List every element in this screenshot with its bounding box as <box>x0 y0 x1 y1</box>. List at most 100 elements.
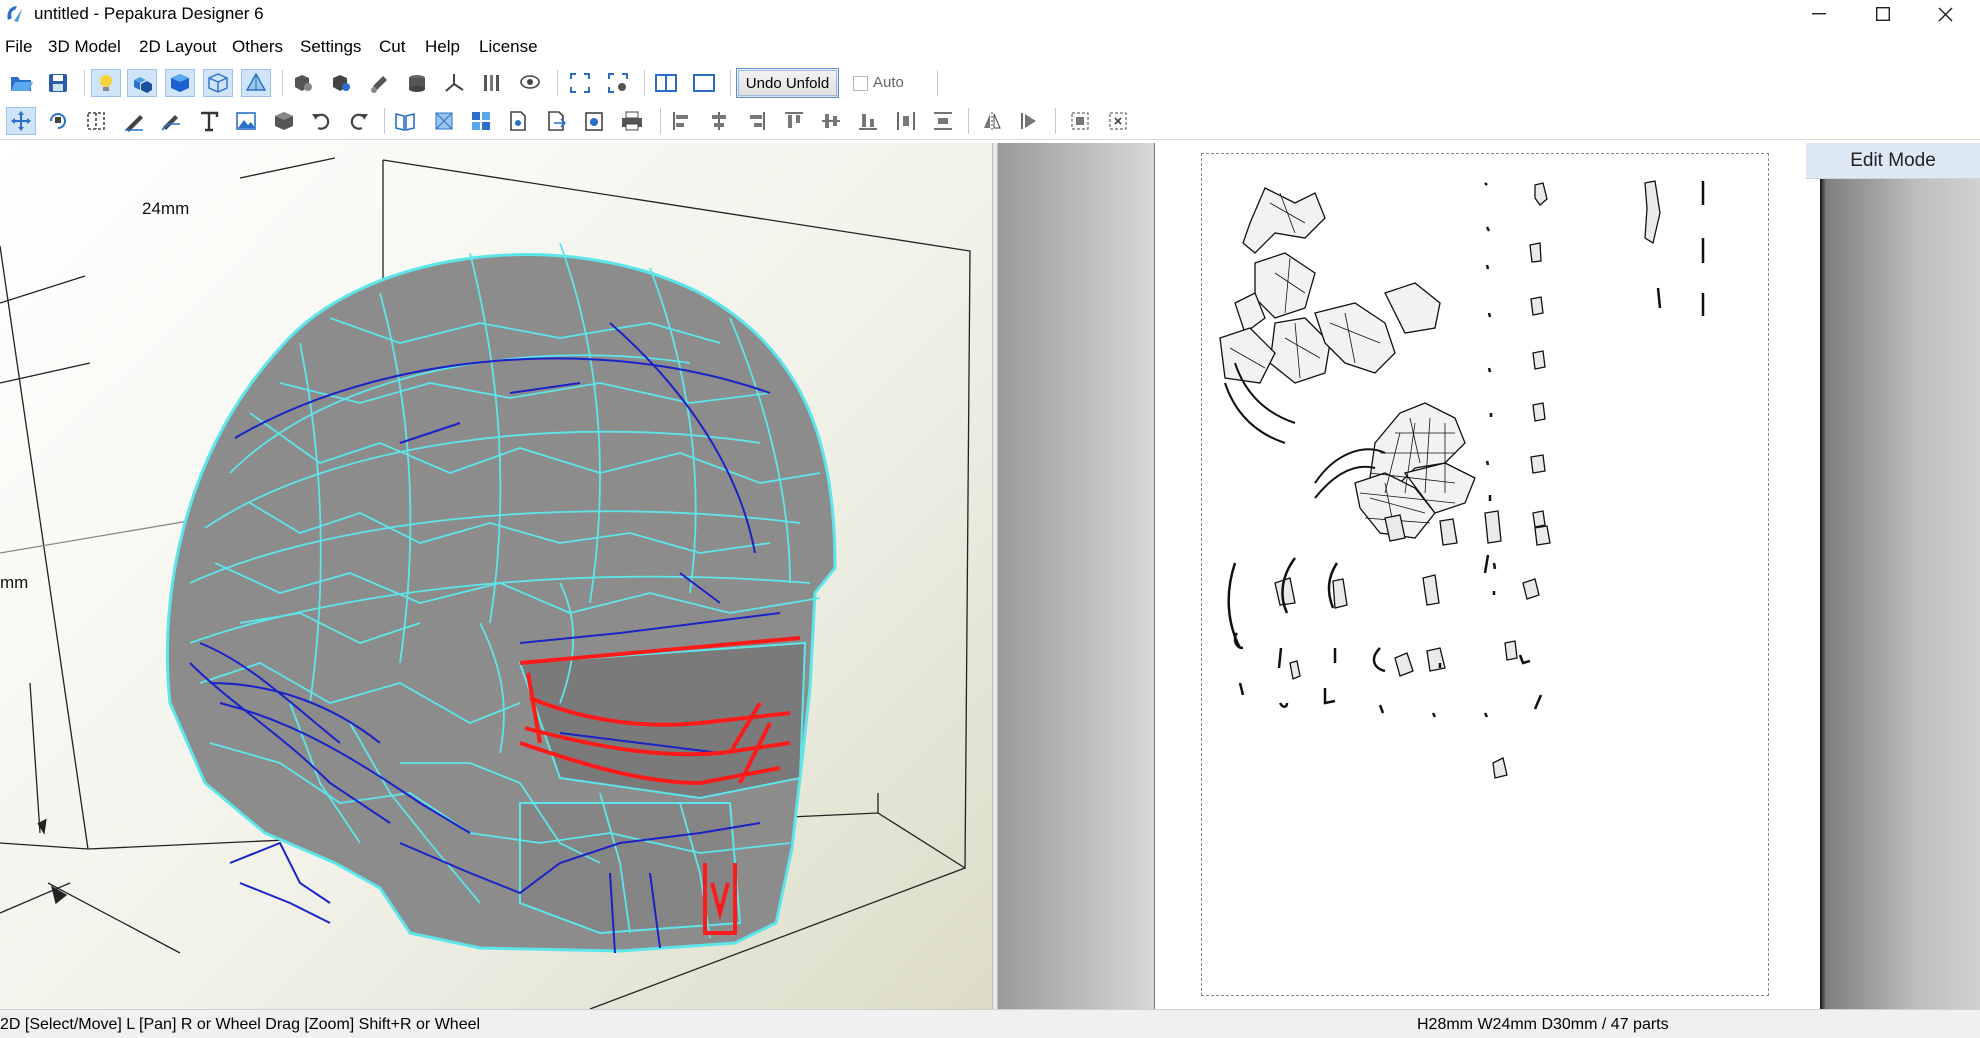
page-settings-button[interactable] <box>503 107 533 135</box>
text-icon <box>201 111 219 132</box>
pyramid-icon <box>245 72 267 91</box>
print-button[interactable] <box>617 107 647 135</box>
close-button[interactable] <box>1914 0 1976 28</box>
arrange-icon <box>435 112 453 130</box>
minimize-button[interactable] <box>1788 0 1850 28</box>
unfold-button[interactable] <box>287 69 317 97</box>
align-bottom-icon <box>859 114 877 130</box>
select-move-button[interactable] <box>6 107 36 135</box>
blue-gear-cube-icon <box>333 75 350 91</box>
page-settings-icon <box>510 111 526 131</box>
move-arrows-icon <box>11 111 31 131</box>
paper-page[interactable] <box>1154 143 1820 1009</box>
align-center-h-button[interactable] <box>704 107 734 135</box>
toolbar-main: Undo Unfold Auto <box>0 64 1980 102</box>
menu-others[interactable]: Others <box>232 37 283 57</box>
text-button[interactable] <box>194 107 224 135</box>
align-top-button[interactable] <box>779 107 809 135</box>
arrange-parts-button[interactable] <box>429 107 459 135</box>
auto-checkbox[interactable] <box>853 76 868 91</box>
edit-mode-button[interactable]: Edit Mode <box>1806 143 1980 179</box>
distribute-h-button[interactable] <box>891 107 921 135</box>
save-disk-icon <box>49 74 67 92</box>
axes-button[interactable] <box>439 69 469 97</box>
distribute-h-icon <box>897 112 915 130</box>
align-right-button[interactable] <box>741 107 771 135</box>
menu-settings[interactable]: Settings <box>300 37 361 57</box>
print-preview-button[interactable] <box>579 107 609 135</box>
mirror-v-button[interactable] <box>1014 107 1044 135</box>
unfolded-parts-canvas[interactable] <box>1155 143 1821 1009</box>
show-texture-button[interactable] <box>127 69 157 97</box>
open-book-icon <box>395 112 415 132</box>
fit-settings-button[interactable] <box>603 69 633 97</box>
rotate-part-button[interactable] <box>43 107 73 135</box>
mirror-h-button[interactable] <box>977 107 1007 135</box>
undo-icon <box>312 113 330 130</box>
align-center-v-icon <box>822 114 840 128</box>
maximize-button[interactable] <box>1852 0 1914 28</box>
paint-brush-icon <box>371 76 387 93</box>
select-region-button[interactable] <box>1103 107 1133 135</box>
export-button[interactable] <box>541 107 571 135</box>
bars-icon <box>484 75 499 91</box>
select-all-button[interactable] <box>1065 107 1095 135</box>
menu-cut[interactable]: Cut <box>379 37 405 57</box>
unfold-part-button[interactable] <box>269 107 299 135</box>
image-button[interactable] <box>231 107 261 135</box>
join-edge-button[interactable] <box>81 107 111 135</box>
menu-file[interactable]: File <box>5 37 32 57</box>
solid-cube-icon <box>171 74 189 92</box>
menu-help[interactable]: Help <box>425 37 460 57</box>
redo-button[interactable] <box>344 107 374 135</box>
fit-view-button[interactable] <box>565 69 595 97</box>
rotate-model-button[interactable] <box>365 69 395 97</box>
open-button[interactable] <box>6 69 36 97</box>
cylinder-button[interactable] <box>402 69 432 97</box>
eye-rotate-icon <box>520 75 540 89</box>
align-center-v-button[interactable] <box>816 107 846 135</box>
split-view-icon <box>655 74 677 92</box>
align-right-icon <box>750 112 765 130</box>
save-button[interactable] <box>43 69 73 97</box>
redo-icon <box>350 113 368 130</box>
menu-3d-model[interactable]: 3D Model <box>48 37 121 57</box>
status-hint: 2D [Select/Move] L [Pan] R or Wheel Drag… <box>0 1016 481 1033</box>
close-icon <box>1937 6 1953 22</box>
align-bottom-button[interactable] <box>853 107 883 135</box>
light-bulb-icon <box>100 75 112 91</box>
light-toggle-button[interactable] <box>91 69 121 97</box>
pencil-flap-icon <box>161 115 180 131</box>
rotate-part-icon <box>50 113 66 129</box>
edit-edge-button[interactable] <box>119 107 149 135</box>
pepakura-app-icon <box>4 3 26 25</box>
mirror-h-icon <box>984 112 1001 130</box>
view-button[interactable] <box>515 69 545 97</box>
undo-button[interactable] <box>306 107 336 135</box>
join-edge-icon <box>87 112 105 130</box>
undo-unfold-button[interactable]: Undo Unfold <box>736 68 839 98</box>
menu-license[interactable]: License <box>479 37 538 57</box>
edit-flap-button[interactable] <box>156 107 186 135</box>
status-model-info: H28mm W24mm D30mm / 47 parts <box>1417 1016 1669 1033</box>
3d-model-canvas[interactable] <box>0 143 992 1009</box>
single-view-button[interactable] <box>689 69 719 97</box>
3d-view-panel[interactable]: 24mm mm <box>0 143 992 1009</box>
scale-button[interactable] <box>477 69 507 97</box>
align-left-button[interactable] <box>667 107 697 135</box>
show-flaps-button[interactable] <box>241 69 271 97</box>
menu-2d-layout[interactable]: 2D Layout <box>139 37 217 57</box>
unfold-settings-button[interactable] <box>325 69 355 97</box>
open-book-button[interactable] <box>390 107 420 135</box>
pages-layout-button[interactable] <box>466 107 496 135</box>
align-left-icon <box>673 112 688 130</box>
menu-bar: File 3D Model 2D Layout Others Settings … <box>0 34 1980 62</box>
split-view-button[interactable] <box>651 69 681 97</box>
show-edges-button[interactable] <box>203 69 233 97</box>
select-all-icon <box>1071 112 1089 130</box>
image-icon <box>236 112 256 130</box>
2d-view-panel[interactable]: Edit Mode <box>998 143 1980 1009</box>
distribute-v-button[interactable] <box>928 107 958 135</box>
gear-cube-icon <box>295 75 312 91</box>
show-faces-button[interactable] <box>165 69 195 97</box>
